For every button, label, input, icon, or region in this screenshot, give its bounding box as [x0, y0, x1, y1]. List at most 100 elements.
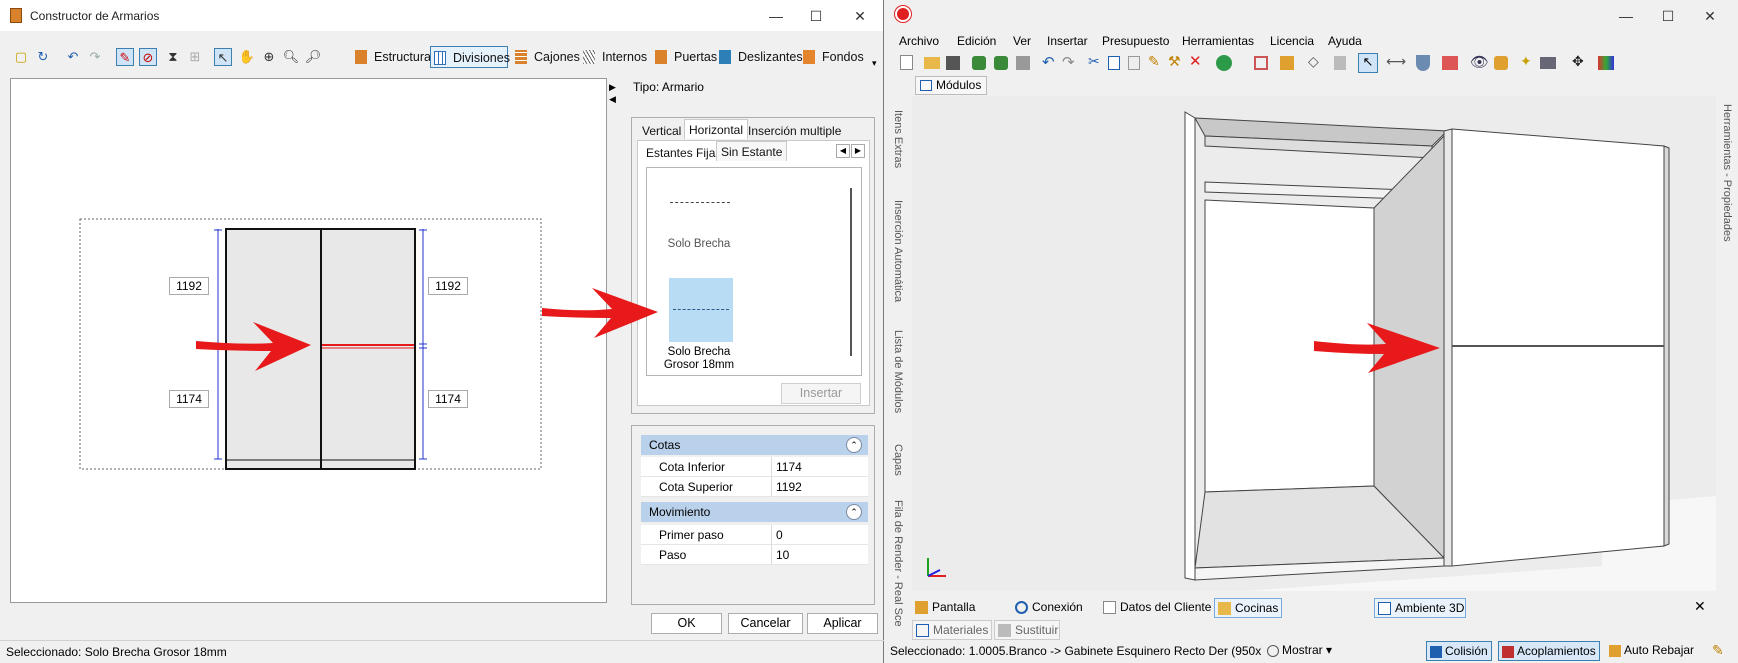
apply-button[interactable]: Aplicar [807, 613, 878, 634]
movimiento-header[interactable]: Movimiento ⌃ [641, 502, 868, 522]
new-icon[interactable]: ▢ [12, 48, 30, 66]
tab-estructura[interactable]: Estructura [352, 46, 431, 68]
side-tab-insercion-automatica[interactable]: Inserción Automática [892, 200, 904, 302]
select-edit-icon[interactable]: ✎ [116, 48, 134, 66]
tab-scroll-left[interactable]: ◀ [836, 144, 850, 158]
tab-estantes-fijas[interactable]: Estantes Fijas [642, 143, 725, 163]
modules-tab[interactable]: Módulos [915, 76, 987, 95]
blocks-icon[interactable] [1280, 56, 1294, 70]
main-maximize-button[interactable]: ☐ [1648, 4, 1688, 28]
close-tab-icon[interactable]: ✕ [1694, 598, 1706, 615]
tab-vertical[interactable]: Vertical [638, 121, 685, 141]
primer-paso-value[interactable]: 0 [771, 525, 867, 545]
mostrar-button[interactable]: Mostrar ▾ [1264, 641, 1335, 661]
tab-divisiones[interactable]: Divisiones [430, 46, 510, 68]
bottom-tab-materiales[interactable]: Materiales [912, 620, 992, 640]
pan-icon[interactable]: ✋ [238, 48, 256, 66]
tab-scroll-right[interactable]: ▶ [851, 144, 865, 158]
main-minimize-button[interactable]: — [1606, 4, 1646, 28]
eye-icon[interactable]: 👁︎ [1470, 53, 1489, 71]
menu-edicion[interactable]: Edición [957, 32, 996, 50]
undo-main-icon[interactable]: ↶ [1042, 53, 1055, 71]
measure-icon[interactable]: ⊘ [139, 48, 157, 66]
bottom-tab-pantalla-inicial[interactable]: Pantalla Inicial [912, 598, 1006, 632]
side-tab-itens-extras[interactable]: Itens Extras [892, 110, 904, 168]
tab-sin-estante[interactable]: Sin Estante [716, 141, 788, 161]
toolbar-overflow-icon[interactable]: ▾ [872, 58, 877, 69]
cancel-button[interactable]: Cancelar [728, 613, 803, 634]
light-icon[interactable]: ✦ [1520, 53, 1532, 70]
delete-icon[interactable]: ✕ [1189, 52, 1202, 70]
tab-deslizantes[interactable]: Deslizantes [716, 46, 803, 68]
hammer-icon[interactable]: ⚒ [1168, 53, 1181, 70]
save-icon[interactable] [946, 56, 960, 70]
bracket-icon[interactable]: ⧗ [164, 48, 182, 66]
colision-button[interactable]: Colisión [1426, 641, 1492, 661]
bottom-tab-cocinas[interactable]: Cocinas [1214, 598, 1282, 618]
dim-right-bottom[interactable]: 1174 [428, 390, 468, 408]
redo-main-icon[interactable]: ↷ [1062, 53, 1075, 71]
copy-icon[interactable] [1108, 56, 1120, 70]
acoplamientos-button[interactable]: Acoplamientos [1498, 641, 1600, 661]
tab-horizontal[interactable]: Horizontal [684, 119, 749, 139]
minimize-button[interactable]: — [756, 4, 796, 28]
refresh-icon[interactable]: ↻ [34, 48, 52, 66]
tab-puertas[interactable]: Puertas [652, 46, 717, 68]
grey-block-icon[interactable] [1334, 56, 1346, 70]
bottom-tab-datos-cliente[interactable]: Datos del Cliente [1100, 598, 1216, 618]
cotas-header[interactable]: Cotas ⌃ [641, 435, 868, 455]
menu-ver[interactable]: Ver [1013, 32, 1031, 50]
prop-cota-superior[interactable]: Cota Superior 1192 [641, 477, 868, 497]
insert-button[interactable]: Insertar [781, 383, 861, 404]
item-solo-brecha[interactable]: Solo Brecha [654, 182, 744, 256]
viewport-3d[interactable] [912, 96, 1716, 591]
open-folder-icon[interactable] [924, 57, 940, 69]
print-icon[interactable] [1016, 56, 1030, 70]
status-tool-icon[interactable]: ✎ [1712, 642, 1724, 659]
dim-left-top[interactable]: 1192 [169, 277, 209, 295]
brush-icon[interactable]: ✎ [1148, 53, 1160, 70]
zoom-fit-icon[interactable]: 🔎︎ [304, 48, 322, 66]
menu-presupuesto[interactable]: Presupuesto [1102, 32, 1169, 50]
side-tab-fila-render[interactable]: Fila de Render - Real Sce [892, 500, 904, 627]
tab-fondos[interactable]: Fondos [800, 46, 864, 68]
maximize-button[interactable]: ☐ [796, 4, 836, 28]
close-button[interactable]: ✕ [840, 4, 880, 28]
new-file-icon[interactable] [900, 55, 913, 70]
tab-insercion-multiple[interactable]: Inserción multiple [744, 121, 845, 141]
redo-icon[interactable]: ↷ [86, 48, 104, 66]
tab-internos[interactable]: Internos [580, 46, 650, 68]
bottom-tab-sustituir[interactable]: Sustituir [994, 620, 1060, 640]
cota-superior-value[interactable]: 1192 [771, 477, 867, 497]
prop-cota-inferior[interactable]: Cota Inferior 1174 [641, 457, 868, 477]
cut-icon[interactable]: ✂ [1088, 53, 1100, 70]
menu-herramientas[interactable]: Herramientas [1182, 32, 1254, 50]
dim-left-bottom[interactable]: 1174 [169, 390, 209, 408]
cota-inferior-value[interactable]: 1174 [771, 457, 867, 477]
side-tab-lista-modulos[interactable]: Lista de Módulos [892, 330, 904, 413]
main-close-button[interactable]: ✕ [1690, 4, 1730, 28]
shape-icon[interactable]: ◇ [1308, 53, 1319, 70]
palette-icon[interactable] [1598, 56, 1614, 70]
pointer-icon[interactable]: ↖ [214, 48, 232, 66]
menu-ayuda[interactable]: Ayuda [1328, 32, 1362, 50]
collapse-right-icon[interactable]: ◀ [609, 94, 616, 105]
bottom-tab-ambiente-3d[interactable]: Ambiente 3D [1374, 598, 1466, 618]
select-main-icon[interactable]: ↖ [1358, 53, 1378, 73]
render-icon[interactable] [972, 56, 986, 70]
ok-button[interactable]: OK [651, 613, 722, 634]
shield-icon[interactable] [1416, 55, 1430, 71]
item-list-scrollbar[interactable] [850, 188, 852, 356]
paint-icon[interactable] [1494, 56, 1508, 70]
menu-licencia[interactable]: Licencia [1270, 32, 1314, 50]
side-tab-herramientas-propiedades[interactable]: Herramientas - Propiedades [1721, 104, 1733, 242]
dim-right-top[interactable]: 1192 [428, 277, 468, 295]
layout-icon[interactable] [1254, 56, 1268, 70]
columns-icon[interactable] [1442, 56, 1458, 70]
side-tab-capas[interactable]: Capas [892, 444, 904, 476]
zoom-in-icon[interactable]: ⊕ [260, 48, 278, 66]
prop-primer-paso[interactable]: Primer paso 0 [641, 525, 868, 545]
measure-main-icon[interactable]: ⟷ [1386, 53, 1406, 70]
menu-insertar[interactable]: Insertar [1047, 32, 1088, 50]
tab-cajones[interactable]: Cajones [512, 46, 580, 68]
